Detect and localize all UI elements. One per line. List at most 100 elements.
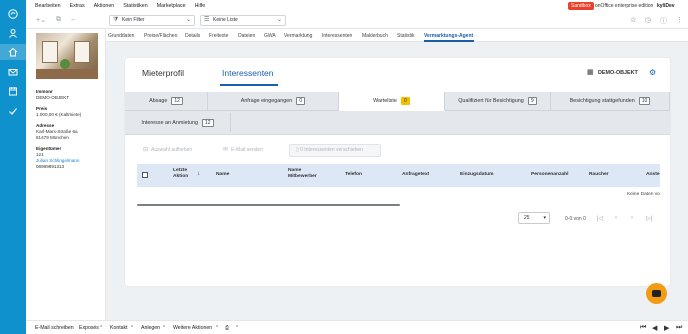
page-size-select[interactable]: 25 ▾ — [518, 212, 550, 224]
bottom-exposes[interactable]: Exposés — [79, 325, 99, 331]
user-icon[interactable] — [5, 25, 21, 41]
tab-mieterprofil[interactable]: Mieterprofil — [142, 68, 184, 78]
preis-value: 1.000,00 € (Kaltmiete) — [36, 112, 82, 117]
clock-icon[interactable]: ◷ — [645, 16, 651, 24]
status-tab-label: Warteliste — [373, 98, 397, 104]
menu-bearbeiten[interactable]: Bearbeiten — [35, 3, 61, 9]
info-icon[interactable]: ⓘ — [660, 16, 667, 26]
menu-aktionen[interactable]: Aktionen — [94, 3, 115, 9]
immonr-value: DEMO-OBJEKT — [36, 95, 70, 100]
agent-status-tabs: Absage 12 Anfrage eingegangen 0 Wartelis… — [125, 92, 670, 134]
tab-vermarktung[interactable]: Vermarktung — [284, 33, 312, 39]
bottom-kontakt[interactable]: Kontakt — [110, 325, 128, 331]
status-tab-label: Qualifiziert für Besichtigung — [458, 98, 524, 104]
tab-details[interactable]: Details — [185, 33, 200, 39]
preis-label: Preis — [36, 106, 48, 111]
user-menu[interactable]: kyliDev — [657, 2, 675, 10]
chevron-down-icon: ⌄ — [185, 17, 191, 23]
bottom-email[interactable]: E-Mail schreiben — [35, 325, 74, 331]
tab-preise[interactable]: Preise/Flächen — [144, 33, 177, 39]
menu-extras[interactable]: Extras — [70, 3, 85, 9]
copy-icon[interactable]: ⧉ — [56, 16, 61, 24]
bottom-action-bar: E-Mail schreiben Exposés ⌃ Kontakt ⌃ Anl… — [26, 320, 688, 334]
deselect-action[interactable]: ⊟ Auswahl aufheben — [143, 146, 192, 154]
check-icon[interactable] — [5, 103, 21, 119]
send-email-action[interactable]: ✉ E-Mail senden — [223, 146, 263, 154]
tab-interessenten[interactable]: Interessenten — [322, 33, 352, 39]
menu-hilfe[interactable]: Hilfe — [195, 3, 206, 9]
tab-dateien[interactable]: Dateien — [238, 33, 255, 39]
next-record-icon[interactable]: ▶ — [664, 324, 669, 332]
tab-grunddaten[interactable]: Grunddaten — [108, 33, 134, 39]
bottom-weitere-aktionen[interactable]: Weitere Aktionen — [173, 325, 212, 331]
toolbar: +⌄ ⧉ ← ⧩ Kein Filter ⌄ ☰ Keine Liste ⌄ ☆… — [26, 12, 688, 29]
status-tab-warteliste[interactable]: Warteliste 0 — [339, 92, 445, 111]
tab-interessenten-header[interactable]: Interessenten — [222, 68, 274, 78]
horizontal-scrollbar[interactable] — [137, 204, 400, 206]
chevron-up-icon: ⌃ — [130, 325, 135, 331]
next-page-icon[interactable]: › — [631, 215, 633, 221]
tab-vermarktungs-agent[interactable]: Vermarktungs-Agent — [424, 33, 473, 39]
count-badge: 0 — [400, 97, 410, 105]
move-interessenten-button[interactable]: ▯ 0 Interessenten verschieben — [289, 144, 381, 157]
status-tab-label: Anfrage eingegangen — [240, 98, 293, 104]
home-icon[interactable] — [0, 44, 26, 60]
col-telefon[interactable]: Telefon — [345, 172, 362, 178]
status-tab-besichtigung[interactable]: Besichtigung stattgefunden 10 — [551, 92, 670, 111]
logo-icon[interactable] — [5, 6, 21, 22]
tab-statistik[interactable]: Statistik — [397, 33, 415, 39]
count-badge: 0 — [296, 97, 306, 105]
list-value: Keine Liste — [213, 17, 238, 23]
record-tabs: Grunddaten Preise/Flächen Details Freite… — [106, 29, 688, 42]
col-anfragetext[interactable]: Anfragetext — [402, 172, 429, 178]
first-page-icon[interactable]: |◁ — [597, 215, 603, 222]
chat-button[interactable] — [646, 283, 667, 304]
status-tab-qualifiziert[interactable]: Qualifiziert für Besichtigung 9 — [445, 92, 551, 111]
tab-gwa[interactable]: GWA — [264, 33, 276, 39]
back-icon[interactable]: ← — [70, 16, 77, 23]
first-record-icon[interactable]: ⏮ — [640, 324, 646, 332]
property-panel: Immonr DEMO-OBJEKT Preis 1.000,00 € (Kal… — [26, 29, 106, 320]
table-header: Letzte Aktion ↓ Name Name Mitbewerber Te… — [137, 164, 660, 187]
select-all-checkbox[interactable] — [142, 172, 148, 178]
tab-freitexte[interactable]: Freitexte — [209, 33, 228, 39]
more-icon[interactable]: ⋮ — [676, 16, 683, 24]
sort-arrow-icon[interactable]: ↓ — [197, 171, 200, 177]
last-page-icon[interactable]: ▷| — [646, 215, 652, 222]
calendar-icon[interactable] — [5, 83, 21, 99]
col-raucher[interactable]: Raucher — [589, 172, 609, 178]
menu-statistiken[interactable]: Statistiken — [123, 3, 147, 9]
status-tab-label: Absage — [149, 98, 168, 104]
status-tab-absage[interactable]: Absage 12 — [125, 92, 208, 111]
status-tab-anfrage[interactable]: Anfrage eingegangen 0 — [208, 92, 339, 111]
chevron-up-icon: ⌃ — [162, 325, 167, 331]
edition-label: onOffice enterprise edition — [595, 3, 654, 9]
header-tab-indicator — [220, 84, 278, 86]
chevron-up-icon: ⌃ — [99, 325, 104, 331]
col-personenanzahl[interactable]: Personenanzahl — [531, 172, 569, 178]
bottom-anlegen[interactable]: Anlegen — [141, 325, 160, 331]
prev-page-icon[interactable]: ‹ — [615, 215, 617, 221]
prev-record-icon[interactable]: ◀ — [652, 324, 657, 332]
col-name[interactable]: Name — [216, 172, 229, 178]
col-einzugsdatum[interactable]: Einzugsdatum — [460, 172, 493, 178]
object-label: DEMO-OBJEKT — [598, 70, 638, 76]
active-tab-indicator — [424, 40, 474, 42]
mail-icon[interactable] — [5, 64, 21, 80]
col-name-mitbewerber[interactable]: Name Mitbewerber — [288, 168, 318, 180]
add-icon[interactable]: +⌄ — [36, 16, 46, 24]
list-select[interactable]: ☰ Keine Liste ⌄ — [200, 15, 286, 26]
filter-select[interactable]: ⧩ Kein Filter ⌄ — [109, 15, 195, 26]
eigentuemer-label: Eigentümer — [36, 146, 62, 151]
col-anste[interactable]: Anste — [646, 172, 660, 178]
tab-maklerbuch[interactable]: Maklerbuch — [362, 33, 388, 39]
status-tab-interesse[interactable]: Interesse an Anmietung 12 — [125, 113, 231, 132]
col-letzte-aktion[interactable]: Letzte Aktion — [173, 168, 193, 180]
gear-icon[interactable]: ⚙ — [649, 68, 656, 77]
star-icon[interactable]: ☆ — [630, 16, 636, 24]
last-record-icon[interactable]: ⏭ — [676, 324, 682, 332]
status-tab-label: Besichtigung stattgefunden — [569, 98, 635, 104]
print-icon[interactable]: ⎙ — [225, 325, 229, 332]
menu-marketplace[interactable]: Marketplace — [157, 3, 186, 9]
status-tab-label: Interesse an Anmietung — [141, 119, 199, 126]
